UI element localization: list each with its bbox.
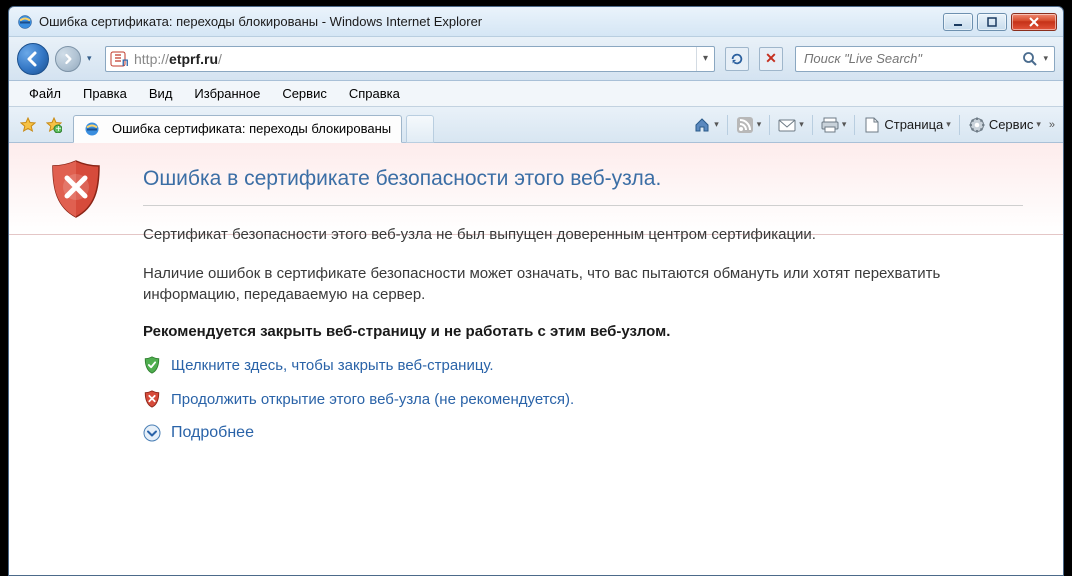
home-button[interactable]: ▾ <box>689 114 723 136</box>
page-icon <box>863 116 881 134</box>
tab-active[interactable]: Ошибка сертификата: переходы блокированы <box>73 115 402 143</box>
address-suffix: / <box>218 51 696 67</box>
forward-button[interactable] <box>55 46 81 72</box>
ie-logo-icon <box>84 121 100 137</box>
ie-logo-icon <box>17 14 33 30</box>
divider <box>143 205 1023 206</box>
window-controls <box>943 13 1057 31</box>
read-mail-button[interactable]: ▾ <box>774 114 808 136</box>
stop-button[interactable]: ✕ <box>759 47 783 71</box>
menu-help[interactable]: Справка <box>339 83 410 104</box>
shield-error-icon <box>49 159 103 219</box>
print-button[interactable]: ▾ <box>817 114 851 136</box>
error-paragraph-1: Сертификат безопасности этого веб-узла н… <box>143 224 1023 245</box>
back-button[interactable] <box>17 43 49 75</box>
tab-label: Ошибка сертификата: переходы блокированы <box>112 121 391 136</box>
chevron-down-circle-icon <box>143 424 161 442</box>
close-page-option: Щелкните здесь, чтобы закрыть веб-страни… <box>143 356 1023 374</box>
more-info-row: Подробнее <box>143 424 1023 442</box>
minimize-button[interactable] <box>943 13 973 31</box>
menu-tools[interactable]: Сервис <box>272 83 337 104</box>
menu-favorites[interactable]: Избранное <box>184 83 270 104</box>
error-title: Ошибка в сертификате безопасности этого … <box>143 159 1023 205</box>
nav-history-dropdown[interactable]: ▾ <box>87 53 99 64</box>
search-input[interactable] <box>802 50 1021 67</box>
tools-menu[interactable]: Сервис ▾ <box>964 114 1045 136</box>
mail-icon <box>778 116 796 134</box>
maximize-button[interactable] <box>977 13 1007 31</box>
svg-text:П: П <box>122 58 128 68</box>
error-recommendation: Рекомендуется закрыть веб-страницу и не … <box>143 323 1023 340</box>
window-title: Ошибка сертификата: переходы блокированы… <box>39 14 943 29</box>
continue-link[interactable]: Продолжить открытие этого веб-узла (не р… <box>171 391 574 408</box>
search-icon[interactable] <box>1021 51 1039 67</box>
toolbar-overflow[interactable]: » <box>1049 119 1055 131</box>
add-favorite-button[interactable]: + <box>43 114 65 136</box>
address-host: etprf.ru <box>169 51 218 67</box>
svg-text:+: + <box>56 124 62 133</box>
address-dropdown[interactable]: ▾ <box>696 47 714 71</box>
shield-ok-icon <box>143 356 161 374</box>
address-prefix: http:// <box>134 51 169 67</box>
titlebar: Ошибка сертификата: переходы блокированы… <box>9 7 1063 37</box>
menu-bar: Файл Правка Вид Избранное Сервис Справка <box>9 81 1063 107</box>
tools-menu-label: Сервис <box>989 117 1034 132</box>
refresh-button[interactable] <box>725 47 749 71</box>
menu-edit[interactable]: Правка <box>73 83 137 104</box>
command-bar: + Ошибка сертификата: переходы блокирова… <box>9 107 1063 143</box>
shield-warn-icon <box>143 390 161 408</box>
page-menu[interactable]: Страница ▾ <box>859 114 954 136</box>
error-paragraph-2: Наличие ошибок в сертификате безопасност… <box>143 263 1023 305</box>
search-box[interactable]: ▾ <box>795 46 1055 72</box>
site-icon: П <box>110 50 130 68</box>
continue-option: Продолжить открытие этого веб-узла (не р… <box>143 390 1023 408</box>
page-content: Ошибка в сертификате безопасности этого … <box>9 143 1063 576</box>
gear-icon <box>968 116 986 134</box>
window: Ошибка сертификата: переходы блокированы… <box>8 6 1064 576</box>
feeds-icon <box>736 116 754 134</box>
menu-file[interactable]: Файл <box>19 83 71 104</box>
home-icon <box>693 116 711 134</box>
page-menu-label: Страница <box>884 117 943 132</box>
close-page-link[interactable]: Щелкните здесь, чтобы закрыть веб-страни… <box>171 357 494 374</box>
more-info-link[interactable]: Подробнее <box>171 424 254 442</box>
menu-view[interactable]: Вид <box>139 83 183 104</box>
search-dropdown[interactable]: ▾ <box>1043 53 1048 64</box>
feeds-button[interactable]: ▾ <box>732 114 766 136</box>
print-icon <box>821 116 839 134</box>
address-bar[interactable]: П http://etprf.ru/ ▾ <box>105 46 715 72</box>
close-button[interactable] <box>1011 13 1057 31</box>
nav-bar: ▾ П http://etprf.ru/ ▾ ✕ ▾ <box>9 37 1063 81</box>
new-tab-button[interactable] <box>406 115 434 143</box>
favorites-center-button[interactable] <box>17 114 39 136</box>
